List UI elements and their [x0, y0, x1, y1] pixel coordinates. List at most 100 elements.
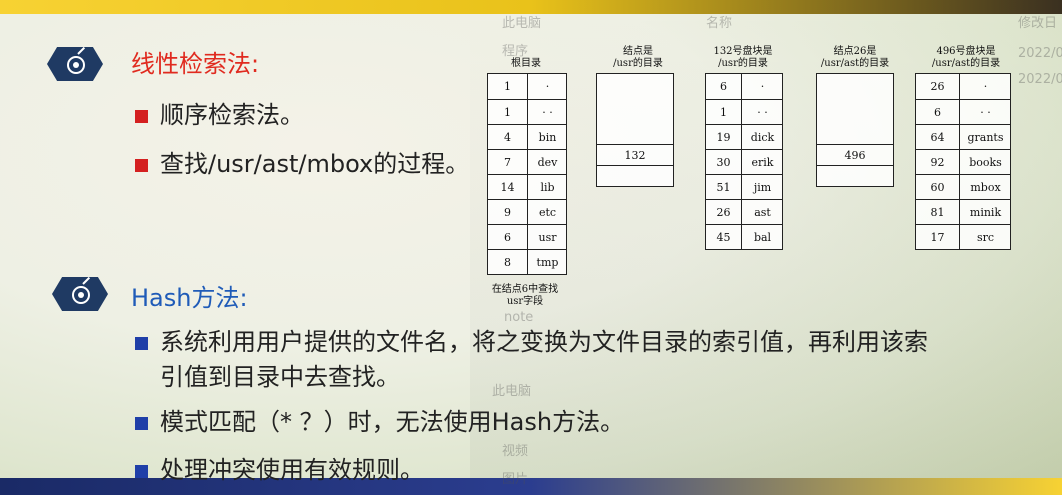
bullet-text: 顺序检索法。 [160, 101, 304, 129]
block132-caption-line2: /usr的目录 [718, 58, 768, 69]
block496-caption-line2: /usr/ast的目录 [931, 58, 1001, 69]
root-footnote-line2: usr字段 [506, 296, 544, 307]
entry-name-cell: ast [741, 200, 783, 225]
inode-number-cell: 8 [504, 256, 511, 269]
section2-title: Hash方法: [131, 284, 248, 312]
node6-value: 132 [597, 144, 673, 166]
bullet-square-icon [135, 336, 148, 350]
entry-name-cell: dick [741, 125, 783, 150]
inode-number-cell: 45 [716, 231, 731, 244]
ghost-text: 视频 [502, 444, 529, 459]
inode-number-cell: 9 [504, 206, 511, 219]
entry-name-cell: · [741, 74, 783, 99]
node6-caption-line1: 结点是 [623, 46, 653, 57]
root-directory-table: 1 · 1 · · 4 bin 7 dev 14 lib 9 etc 6 usr 8 tmp [487, 73, 567, 275]
ghost-text: 此电脑 [492, 384, 532, 399]
block496-directory-table: 26 · 6 · · 64 grants 92 books 60 mbox 81 minik 17 src [915, 73, 1011, 250]
section1-bullet: 顺序检索法。 [135, 95, 304, 130]
inode-number-cell: 51 [716, 181, 731, 194]
directory-row: 17 src [916, 224, 1010, 250]
root-footnote-line1: 在结点6中查找 [491, 284, 559, 295]
directory-row: 92 books [916, 149, 1010, 175]
bullet-text: 查找/usr/ast/mbox的过程。 [160, 150, 470, 178]
inode-number-cell: 14 [500, 181, 515, 194]
entry-name-cell: usr [527, 225, 567, 250]
entry-name-cell: · [527, 74, 567, 99]
ghost-text: 名称 [706, 16, 733, 31]
entry-name-cell: · [959, 74, 1011, 99]
inode-number-cell: 19 [716, 131, 731, 144]
directory-row: 8 tmp [488, 249, 566, 275]
inode-number-cell: 26 [716, 206, 731, 219]
directory-row: 4 bin [488, 124, 566, 150]
inode-number-cell: 30 [716, 156, 731, 169]
directory-row: 26 · [916, 74, 1010, 99]
entry-name-cell: · · [527, 100, 567, 125]
inode-number-cell: 1 [504, 106, 511, 119]
section2-bullet: 模式匹配（* ？）时，无法使用Hash方法。 [135, 402, 624, 437]
ghost-text: 2022/0 [1018, 72, 1062, 87]
directory-row: 9 etc [488, 199, 566, 225]
entry-name-cell: mbox [959, 175, 1011, 200]
ghost-text: 此电脑 [502, 16, 542, 31]
directory-row: 6 · · [916, 99, 1010, 125]
entry-name-cell: bal [741, 225, 783, 250]
inode-number-cell: 6 [934, 106, 941, 119]
directory-row: 7 dev [488, 149, 566, 175]
inode-number-cell: 1 [504, 80, 511, 93]
bullet-text: 模式匹配（* ？）时，无法使用Hash方法。 [160, 408, 625, 436]
bullet-square-icon [135, 158, 148, 172]
entry-name-cell: tmp [527, 250, 567, 275]
section1-title: 线性检索法: [131, 50, 260, 78]
entry-name-cell: etc [527, 200, 567, 225]
entry-name-cell: · · [959, 100, 1011, 125]
section2-bullet: 系统利用用户提供的文件名，将之变换为文件目录的索引值，再利用该索 [135, 322, 928, 357]
directory-row: 45 bal [706, 224, 782, 250]
directory-row: 51 jim [706, 174, 782, 200]
block132-caption-line1: 132号盘块是 [713, 46, 773, 57]
node26-inode-box: 496 [816, 73, 894, 187]
ghost-text: 2022/0 [1018, 46, 1062, 61]
inode-number-cell: 64 [930, 131, 945, 144]
entry-name-cell: dev [527, 150, 567, 175]
inode-number-cell: 6 [720, 80, 727, 93]
ghost-text: 图片 [502, 472, 529, 487]
directory-row: 30 erik [706, 149, 782, 175]
node26-caption-line1: 结点26是 [833, 46, 877, 57]
directory-row: 6 · [706, 74, 782, 99]
entry-name-cell: · · [741, 100, 783, 125]
directory-row: 1 · · [706, 99, 782, 125]
bullet-text: 处理冲突使用有效规则。 [160, 456, 424, 484]
ghost-text: 修改日 [1018, 16, 1058, 31]
target-icon [52, 276, 108, 311]
bullet-square-icon [135, 109, 148, 123]
section2-bullet-continuation: 引值到目录中去查找。 [160, 363, 400, 391]
directory-row: 26 ast [706, 199, 782, 225]
entry-name-cell: books [959, 150, 1011, 175]
directory-row: 60 mbox [916, 174, 1010, 200]
inode-number-cell: 4 [504, 131, 511, 144]
inode-number-cell: 26 [930, 80, 945, 93]
inode-number-cell: 81 [930, 206, 945, 219]
section2-bullet: 处理冲突使用有效规则。 [135, 450, 424, 485]
block496-caption-line1: 496号盘块是 [936, 46, 996, 57]
inode-number-cell: 1 [720, 106, 727, 119]
node6-inode-box: 132 [596, 73, 674, 187]
node26-caption-line2: /usr/ast的目录 [820, 58, 890, 69]
root-caption: 根目录 [511, 58, 541, 69]
entry-name-cell: lib [527, 175, 567, 200]
entry-name-cell: minik [959, 200, 1011, 225]
target-icon [47, 46, 103, 81]
ghost-text: 程序 [502, 44, 529, 59]
bullet-text: 系统利用用户提供的文件名，将之变换为文件目录的索引值，再利用该索 [160, 328, 928, 356]
entry-name-cell: jim [741, 175, 783, 200]
entry-name-cell: src [959, 225, 1011, 250]
directory-row: 1 · · [488, 99, 566, 125]
directory-row: 6 usr [488, 224, 566, 250]
entry-name-cell: grants [959, 125, 1011, 150]
inode-number-cell: 17 [930, 231, 945, 244]
inode-number-cell: 6 [504, 231, 511, 244]
directory-row: 14 lib [488, 174, 566, 200]
block132-directory-table: 6 · 1 · · 19 dick 30 erik 51 jim 26 ast 45 bal [705, 73, 783, 250]
directory-row: 19 dick [706, 124, 782, 150]
